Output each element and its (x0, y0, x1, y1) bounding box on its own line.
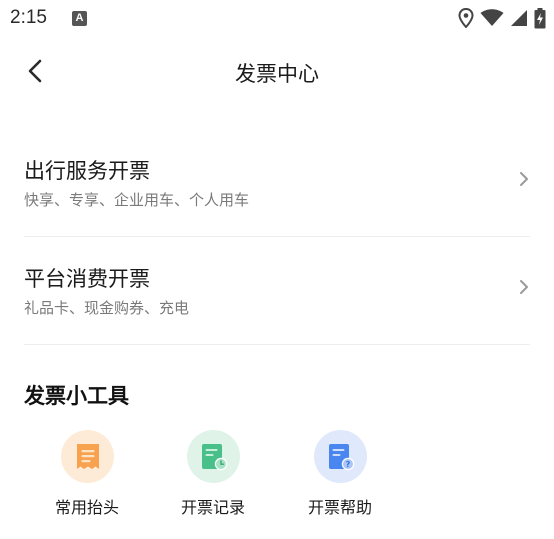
invoice-help-tool[interactable]: ? 开票帮助 (295, 430, 385, 526)
item-title: 出行服务开票 (24, 159, 150, 183)
invoice-record-tool[interactable]: 开票记录 (168, 430, 258, 526)
tool-label: 常用抬头 (54, 498, 119, 517)
status-time: 2:15 (10, 7, 47, 28)
tool-label: 开票帮助 (307, 498, 372, 517)
item-subtitle: 礼品卡、现金购券、充电 (24, 299, 190, 317)
notification-icon: A (72, 11, 87, 26)
invoice-record-icon (187, 430, 240, 483)
battery-charging-icon (534, 7, 546, 28)
item-subtitle: 快享、专享、企业用车、个人用车 (24, 191, 250, 209)
divider (24, 344, 530, 345)
wifi-icon (480, 9, 504, 26)
header: 发票中心 (0, 44, 554, 100)
travel-service-invoice-item[interactable]: 出行服务开票 快享、专享、企业用车、个人用车 (24, 155, 530, 263)
divider (24, 236, 530, 237)
platform-consumption-invoice-item[interactable]: 平台消费开票 礼品卡、现金购券、充电 (24, 263, 530, 371)
tools-section-title: 发票小工具 (24, 384, 129, 408)
svg-text:?: ? (345, 459, 350, 468)
tool-label: 开票记录 (180, 498, 245, 517)
status-indicators (458, 7, 546, 29)
location-icon (458, 8, 474, 28)
invoice-header-icon (61, 430, 114, 483)
chevron-right-icon (520, 280, 528, 294)
chevron-right-icon (520, 172, 528, 186)
item-title: 平台消费开票 (24, 267, 150, 291)
page-title: 发票中心 (235, 62, 319, 86)
invoice-help-icon: ? (314, 430, 367, 483)
status-bar: 2:15 A (0, 0, 554, 38)
cellular-signal-icon (511, 10, 527, 26)
common-invoice-header-tool[interactable]: 常用抬头 (42, 430, 132, 526)
